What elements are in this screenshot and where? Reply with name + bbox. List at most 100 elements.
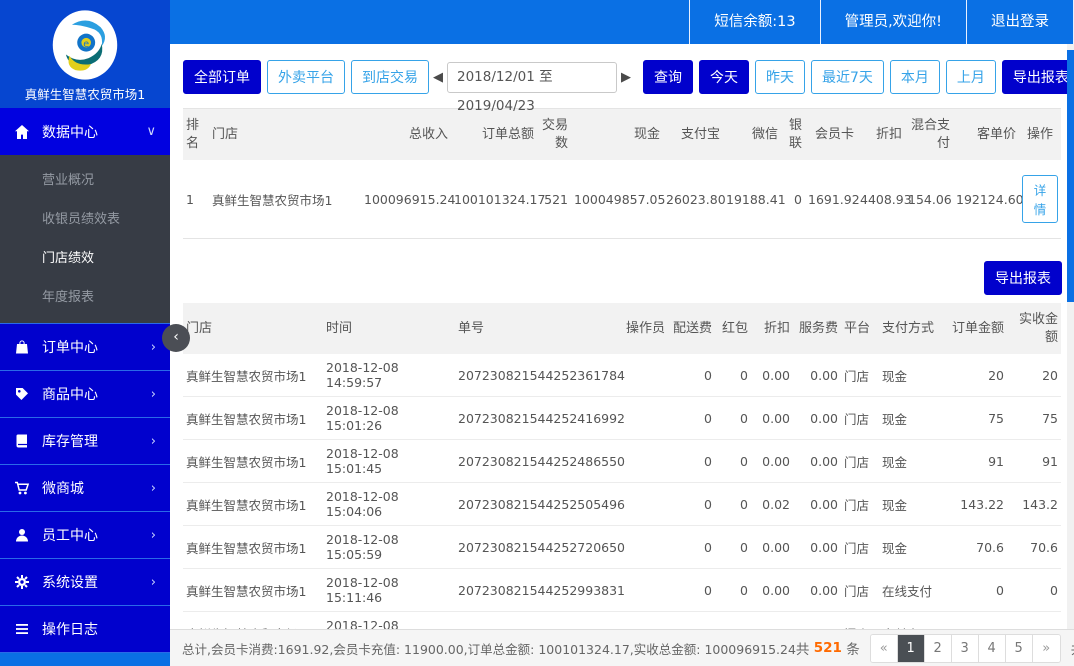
sidebar-subitem-store-performance[interactable]: 门店绩效: [0, 239, 170, 278]
svg-text:e: e: [83, 39, 89, 50]
app-window: e 真鲜生智慧农贸市场1 数据中心 ∨ 营业概况 收银员绩效表 门店绩效 年度报…: [0, 0, 1074, 666]
pager-page-4[interactable]: 4: [978, 634, 1006, 662]
tab-all-orders[interactable]: 全部订单: [183, 60, 261, 94]
sidebar-item-operation-log[interactable]: 操作日志: [0, 605, 170, 652]
order-row: 真鲜生智慧农贸市场1 2018-12-08 15:11:46 20723082154…: [183, 568, 1061, 613]
sidebar-item-micro-mall[interactable]: 微商城 ›: [0, 464, 170, 511]
col-mixed-pay: 混合支付: [905, 108, 953, 161]
sidebar-logo-section: e 真鲜生智慧农贸市场1: [0, 0, 170, 108]
chevron-left-icon: ‹: [173, 329, 179, 345]
date-range-input[interactable]: 2018/12/01 至 2019/04/23: [447, 61, 617, 114]
cell-alipay: 26023.80: [663, 160, 726, 239]
sidebar-subitem-annual-report[interactable]: 年度报表: [0, 278, 170, 317]
sidebar-item-product-center[interactable]: 商品中心 ›: [0, 370, 170, 417]
sidebar-item-order-center[interactable]: 订单中心 ›: [0, 323, 170, 370]
tab-in-store[interactable]: 到店交易: [351, 60, 429, 94]
cell-revenue: 100096915.24: [361, 160, 455, 239]
order-row: 真鲜生智慧农贸市场1 2018-12-08 15:04:06 20723082154…: [183, 482, 1061, 527]
home-icon: [14, 124, 30, 140]
col-platform: 平台: [841, 303, 879, 355]
cell-cash: 100049857.05: [571, 160, 665, 239]
export-report-button-bottom[interactable]: 导出报表: [984, 261, 1062, 296]
pager-prev-icon[interactable]: «: [870, 634, 898, 662]
scrollbar-thumb[interactable]: [1067, 50, 1074, 302]
tab-takeout-platform[interactable]: 外卖平台: [267, 60, 345, 94]
pager-buttons: « 1 2 3 4 5 »: [869, 633, 1061, 663]
brand-title: 真鲜生智慧农贸市场1: [24, 87, 146, 102]
order-row: 真鲜生智慧农贸市场1 2018-12-08 14:59:57 20723082154…: [183, 354, 1061, 398]
summary-header-row: 排名 门店 总收入 订单总额 交易数 现金 支付宝 微信 银联 会员卡 折扣 混…: [183, 108, 1061, 161]
date-range-picker: ◀ 2018/12/01 至 2019/04/23 ▶: [429, 61, 635, 114]
cell-rank: 1: [183, 160, 209, 239]
user-icon: [14, 527, 30, 543]
quick-today-button[interactable]: 今天: [699, 60, 749, 94]
total-count: 521: [813, 640, 842, 656]
col-operator: 操作员: [623, 303, 669, 355]
orders-header-row: 门店 时间 单号 操作员 配送费 红包 折扣 服务费 平台 支付方式 订单金额 …: [183, 303, 1061, 355]
footer-bar: 总计,会员卡消费:1691.92,会员卡充值: 11900.00,订单总金额: …: [170, 629, 1074, 666]
totals-summary: 总计,会员卡消费:1691.92,会员卡充值: 11900.00,订单总金额: …: [182, 641, 796, 657]
date-next-icon[interactable]: ▶: [617, 70, 635, 85]
col-tx-count: 交易数: [537, 108, 571, 161]
quick-last7days-button[interactable]: 最近7天: [811, 60, 884, 94]
cart-icon: [14, 480, 30, 496]
sidebar-subitem-business-overview[interactable]: 营业概况: [0, 161, 170, 200]
col-received-amount: 实收金额: [1007, 303, 1061, 355]
sidebar-item-system-settings[interactable]: 系统设置 ›: [0, 558, 170, 605]
col-service-fee: 服务费: [793, 303, 841, 355]
sidebar-item-data-center[interactable]: 数据中心 ∨: [0, 108, 170, 155]
book-icon: [14, 433, 30, 449]
col-action: 操作: [1019, 108, 1061, 161]
col-order-amount: 订单金额: [945, 303, 1007, 355]
cell-store: 真鲜生智慧农贸市场1: [209, 160, 361, 239]
sidebar-item-staff-center[interactable]: 员工中心 ›: [0, 511, 170, 558]
pager-page-1[interactable]: 1: [897, 634, 925, 662]
quick-yesterday-button[interactable]: 昨天: [755, 60, 805, 94]
logout-button[interactable]: 退出登录: [966, 0, 1074, 44]
welcome-user[interactable]: 管理员,欢迎你!: [819, 0, 966, 44]
sidebar-item-label: 库存管理: [42, 434, 98, 450]
sidebar-partial-item: [0, 652, 170, 666]
col-delivery-fee: 配送费: [669, 303, 715, 355]
col-pay-method: 支付方式: [879, 303, 945, 355]
sidebar-item-inventory[interactable]: 库存管理 ›: [0, 417, 170, 464]
list-icon: [14, 621, 30, 637]
pager-page-3[interactable]: 3: [951, 634, 979, 662]
tag-icon: [14, 386, 30, 402]
sidebar-item-label: 数据中心: [42, 124, 98, 141]
order-row: 真鲜生智慧农贸市场1 2018-12-08 15:05:59 20723082154…: [183, 525, 1061, 570]
brand-logo-icon: e: [49, 8, 121, 82]
sidebar-item-label: 员工中心: [42, 528, 98, 544]
order-row: 真鲜生智慧农贸市场1 2018-12-08 15:01:26 20723082154…: [183, 396, 1061, 441]
sidebar-item-label: 订单中心: [42, 340, 98, 356]
sidebar-collapse-button[interactable]: ‹: [162, 324, 190, 352]
sidebar-submenu: 营业概况 收银员绩效表 门店绩效 年度报表: [0, 155, 170, 323]
chevron-right-icon: ›: [150, 433, 156, 449]
sidebar-item-label: 操作日志: [42, 622, 98, 638]
sidebar-item-label: 微商城: [42, 481, 84, 497]
col-store: 门店: [183, 303, 323, 355]
bag-icon: [14, 339, 30, 355]
sidebar-subitem-cashier-performance[interactable]: 收银员绩效表: [0, 200, 170, 239]
cell-member-card: 1691.92: [805, 160, 860, 239]
sms-balance[interactable]: 短信余额:13: [689, 0, 819, 44]
topbar: 短信余额:13 管理员,欢迎你! 退出登录: [170, 0, 1074, 44]
date-prev-icon[interactable]: ◀: [429, 70, 447, 85]
chevron-right-icon: ›: [150, 386, 156, 402]
chevron-right-icon: ›: [150, 527, 156, 543]
chevron-right-icon: ›: [150, 339, 156, 355]
pager-next-icon[interactable]: »: [1032, 634, 1060, 662]
col-avg-ticket: 客单价: [953, 108, 1019, 161]
gear-icon: [14, 574, 30, 590]
col-alipay: 支付宝: [663, 108, 723, 161]
quick-this-month-button[interactable]: 本月: [889, 60, 940, 94]
pager-page-5[interactable]: 5: [1005, 634, 1033, 662]
sidebar-item-label: 系统设置: [42, 575, 98, 591]
export-report-button-top[interactable]: 导出报表: [1001, 60, 1074, 94]
store-performance-summary-table: 排名 门店 总收入 订单总额 交易数 现金 支付宝 微信 银联 会员卡 折扣 混…: [183, 108, 1062, 240]
pager-page-2[interactable]: 2: [924, 634, 952, 662]
quick-last-month-button[interactable]: 上月: [945, 60, 996, 94]
sidebar: e 真鲜生智慧农贸市场1 数据中心 ∨ 营业概况 收银员绩效表 门店绩效 年度报…: [0, 0, 170, 666]
detail-button[interactable]: 详情: [1022, 175, 1058, 224]
search-button[interactable]: 查询: [643, 60, 693, 94]
